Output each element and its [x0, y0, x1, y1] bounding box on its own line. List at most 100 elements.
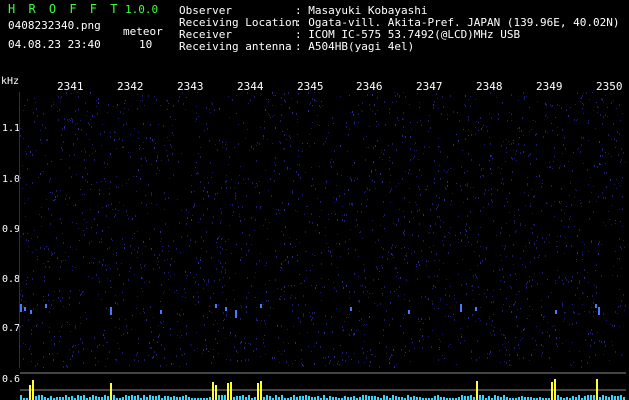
noise-dot — [275, 164, 276, 166]
noise-dot — [479, 255, 480, 257]
noise-dot — [402, 135, 403, 137]
noise-dot — [606, 172, 607, 174]
noise-dot — [428, 276, 429, 277]
noise-dot — [284, 148, 285, 150]
noise-dot — [65, 252, 66, 253]
noise-dot — [367, 188, 368, 190]
noise-dot — [467, 215, 468, 217]
noise-dot — [346, 317, 347, 318]
strip-bar — [302, 396, 304, 400]
noise-dot — [395, 95, 396, 97]
noise-dot — [89, 139, 90, 140]
noise-dot — [403, 211, 404, 212]
noise-dot — [310, 102, 311, 104]
noise-dot — [475, 321, 476, 322]
noise-dot — [321, 252, 322, 254]
noise-dot — [454, 319, 455, 321]
noise-dot — [67, 322, 68, 323]
noise-dot — [272, 116, 273, 117]
noise-dot — [223, 327, 224, 329]
noise-dot — [595, 311, 596, 312]
noise-dot — [204, 130, 205, 131]
noise-dot — [32, 278, 33, 280]
noise-dot — [536, 247, 537, 249]
noise-dot — [375, 188, 376, 189]
noise-dot — [365, 277, 366, 279]
noise-dot — [526, 283, 527, 285]
noise-dot — [375, 356, 376, 357]
noise-dot — [248, 178, 249, 180]
noise-dot — [91, 241, 92, 242]
noise-dot — [50, 178, 51, 180]
noise-dot — [273, 308, 274, 309]
noise-dot — [57, 257, 58, 258]
noise-dot — [381, 152, 382, 153]
noise-dot — [64, 118, 65, 120]
noise-dot — [448, 232, 449, 233]
noise-dot — [497, 189, 498, 191]
noise-dot — [351, 179, 352, 180]
noise-dot — [395, 124, 396, 125]
noise-dot — [432, 330, 433, 331]
noise-dot — [70, 331, 71, 332]
strip-bar — [602, 395, 604, 400]
noise-dot — [221, 187, 222, 189]
noise-dot — [111, 318, 112, 319]
noise-dot — [516, 150, 517, 152]
noise-dot — [477, 265, 478, 266]
noise-dot — [518, 100, 519, 101]
noise-dot — [99, 241, 100, 243]
noise-dot — [605, 95, 606, 96]
noise-dot — [470, 211, 471, 213]
noise-dot — [218, 330, 219, 332]
noise-dot — [237, 352, 238, 353]
noise-dot — [349, 129, 350, 130]
noise-dot — [346, 214, 347, 215]
noise-dot — [619, 133, 620, 135]
noise-dot — [43, 263, 44, 264]
noise-dot — [523, 135, 524, 136]
noise-dot — [618, 154, 619, 156]
noise-dot — [396, 276, 397, 277]
noise-dot — [456, 364, 457, 365]
strip-bar — [269, 396, 271, 400]
strip-bar — [590, 395, 592, 400]
noise-dot — [342, 359, 343, 361]
noise-dot — [343, 287, 344, 289]
noise-dot — [389, 112, 390, 114]
noise-dot — [614, 184, 615, 185]
noise-dot — [506, 362, 507, 364]
noise-dot — [300, 283, 301, 284]
noise-dot — [397, 117, 398, 119]
noise-dot — [375, 242, 376, 243]
noise-dot — [323, 143, 324, 145]
noise-dot — [260, 127, 261, 128]
noise-dot — [206, 251, 207, 252]
noise-dot — [119, 328, 120, 329]
noise-dot — [307, 332, 308, 333]
antenna-value: : A504HB(yagi 4el) — [295, 40, 415, 53]
noise-dot — [550, 104, 551, 106]
noise-dot — [263, 342, 264, 344]
noise-dot — [374, 181, 375, 183]
noise-dot — [50, 223, 51, 225]
noise-dot — [191, 175, 192, 176]
noise-dot — [48, 300, 49, 301]
noise-dot — [265, 219, 266, 220]
strip-bar — [323, 395, 325, 400]
noise-dot — [547, 332, 548, 333]
freq-tick: 0.9 — [2, 224, 21, 235]
noise-dot — [505, 161, 506, 162]
noise-dot — [206, 231, 207, 233]
noise-dot — [571, 204, 572, 206]
noise-dot — [575, 189, 576, 190]
noise-dot — [144, 105, 145, 106]
noise-dot — [151, 192, 152, 194]
noise-dot — [59, 341, 60, 342]
noise-dot — [489, 113, 490, 114]
noise-dot — [380, 225, 381, 226]
noise-dot — [94, 116, 95, 117]
noise-dot — [104, 178, 105, 180]
noise-dot — [325, 235, 326, 236]
noise-dot — [321, 263, 322, 265]
